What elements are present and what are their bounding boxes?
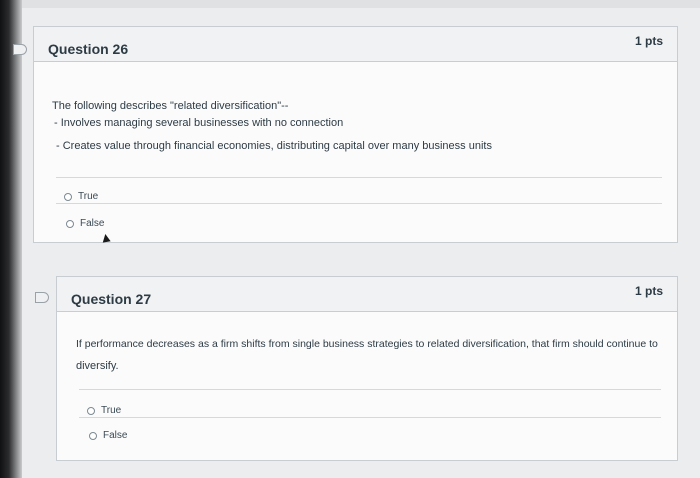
radio-icon[interactable]: [89, 431, 97, 440]
answer-label: True: [101, 405, 122, 416]
question-title: Question 26: [48, 41, 129, 57]
question-text-line: If performance decreases as a firm shift…: [76, 338, 658, 350]
bookmark-icon[interactable]: [13, 44, 27, 55]
answer-label: False: [80, 218, 105, 229]
question-text-line: The following describes "related diversi…: [52, 100, 289, 112]
answer-option-true[interactable]: True: [64, 191, 98, 202]
screen-edge: [0, 0, 22, 478]
answer-label: True: [78, 191, 99, 202]
question-card-27: Question 27 1 pts If performance decreas…: [56, 276, 678, 461]
mouse-cursor-icon: [101, 233, 111, 243]
divider: [56, 203, 662, 204]
radio-icon[interactable]: [87, 406, 95, 415]
question-title: Question 27: [71, 291, 152, 307]
answer-option-true[interactable]: True: [87, 405, 121, 416]
question-text-line: - Creates value through financial econom…: [56, 140, 492, 152]
answer-option-false[interactable]: False: [89, 430, 127, 441]
radio-icon[interactable]: [66, 219, 74, 228]
divider: [79, 417, 661, 418]
question-text-line: diversify.: [76, 360, 119, 372]
question-points: 1 pts: [634, 284, 663, 298]
question-header: Question 26 1 pts: [34, 27, 677, 62]
divider: [79, 389, 661, 390]
divider: [56, 177, 662, 178]
question-text-line: - Involves managing several businesses w…: [54, 117, 344, 129]
bookmark-icon[interactable]: [35, 292, 49, 303]
radio-icon[interactable]: [64, 192, 72, 201]
answer-option-false[interactable]: False: [66, 218, 104, 229]
top-strip: [0, 0, 700, 8]
question-header: Question 27 1 pts: [57, 277, 677, 312]
answer-label: False: [103, 430, 128, 441]
question-card-26: Question 26 1 pts The following describe…: [33, 26, 678, 243]
question-points: 1 pts: [634, 34, 663, 48]
